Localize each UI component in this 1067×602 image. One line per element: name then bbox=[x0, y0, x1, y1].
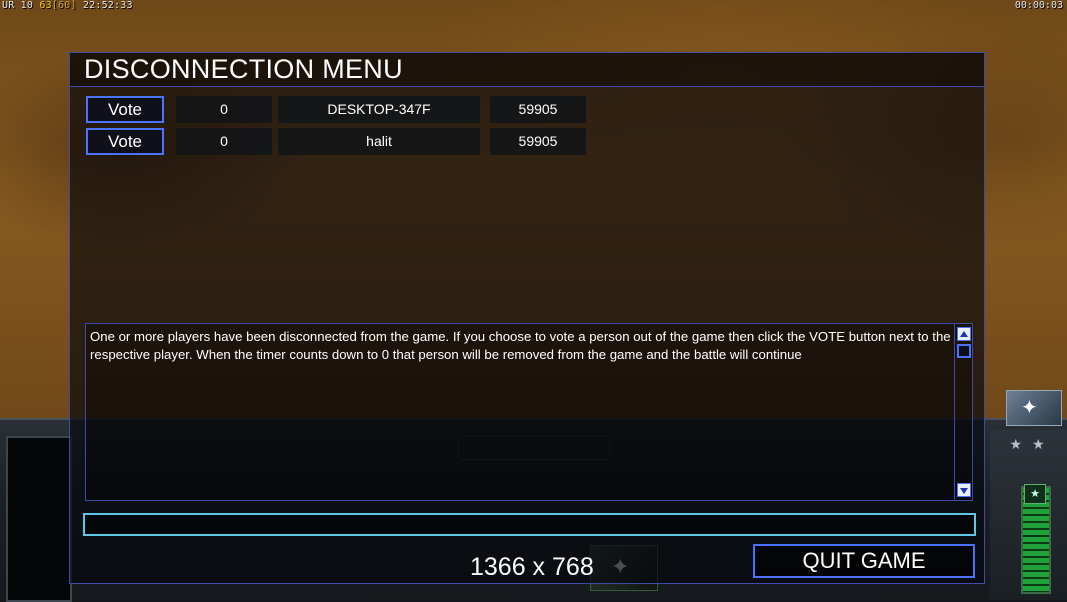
message-panel: One or more players have been disconnect… bbox=[85, 323, 973, 501]
menu-title-bar: DISCONNECTION MENU bbox=[70, 53, 984, 87]
vote-button[interactable]: Vote bbox=[86, 128, 164, 155]
player-timer: 0 bbox=[176, 96, 272, 123]
player-name: DESKTOP-347F bbox=[278, 96, 480, 123]
player-ping: 59905 bbox=[490, 96, 586, 123]
menu-title: DISCONNECTION MENU bbox=[84, 54, 403, 84]
player-ping: 59905 bbox=[490, 128, 586, 155]
game-timer: 00:00:03 bbox=[1014, 0, 1063, 11]
disconnection-menu: DISCONNECTION MENU Vote 0 DESKTOP-347F 5… bbox=[69, 52, 985, 584]
system-clock: 22:52:33 bbox=[82, 0, 133, 11]
rank-stars: ★ ★ bbox=[1009, 436, 1048, 452]
performance-readout: UR 10 63[60] 22:52:33 bbox=[2, 0, 133, 11]
radar-minimap bbox=[6, 436, 72, 602]
star-icon: ★ bbox=[1024, 484, 1046, 504]
hud-prefix: UR 10 bbox=[2, 0, 34, 11]
scroll-down-icon[interactable] bbox=[957, 483, 971, 497]
player-timer: 0 bbox=[176, 128, 272, 155]
player-name: halit bbox=[278, 128, 480, 155]
vote-button[interactable]: Vote bbox=[86, 96, 164, 123]
quit-game-button[interactable]: QUIT GAME bbox=[753, 544, 975, 578]
scroll-up-icon[interactable] bbox=[957, 327, 971, 341]
scroll-thumb[interactable] bbox=[957, 344, 971, 358]
fps-value: 63 bbox=[39, 0, 52, 11]
resolution-label: 1366 x 768 bbox=[470, 553, 594, 581]
fps-cap: [60] bbox=[51, 0, 77, 11]
satellite-icon[interactable]: ✦ bbox=[1006, 390, 1062, 426]
chat-input[interactable] bbox=[83, 513, 976, 536]
scrollbar[interactable] bbox=[954, 324, 972, 500]
disconnect-message: One or more players have been disconnect… bbox=[90, 329, 951, 362]
